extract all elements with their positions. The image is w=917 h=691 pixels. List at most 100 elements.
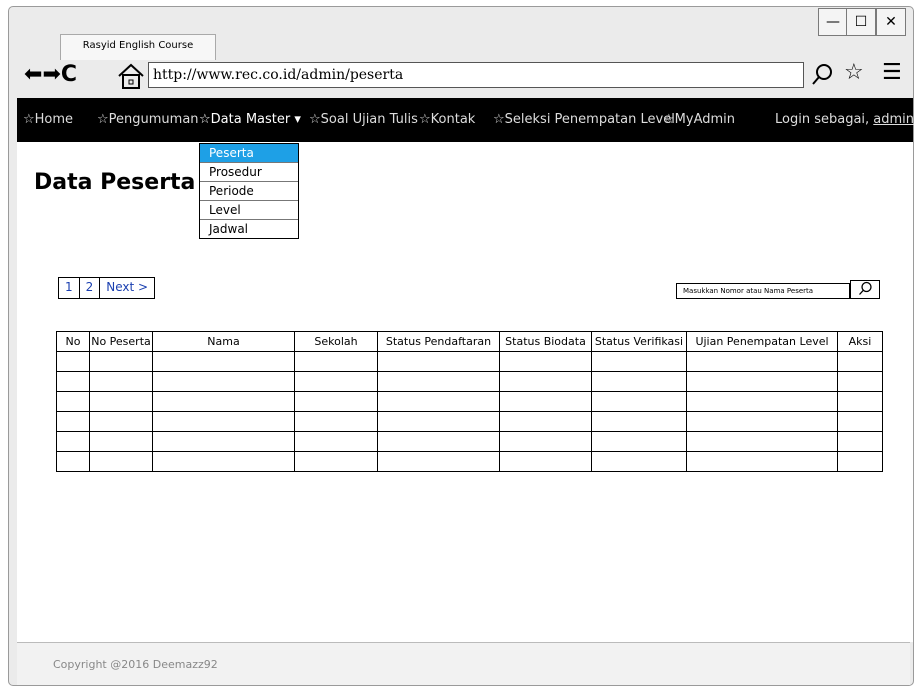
table-cell — [686, 351, 838, 372]
page-link-2[interactable]: 2 — [78, 278, 100, 298]
table-row — [56, 391, 883, 412]
table-row — [56, 451, 883, 472]
table-cell — [294, 431, 378, 452]
table-cell — [152, 451, 295, 472]
col-ujian-penempatan-level: Ujian Penempatan Level — [686, 331, 838, 352]
table-cell — [499, 371, 592, 392]
col-status-verifikasi: Status Verifikasi — [591, 331, 687, 352]
table-cell — [686, 411, 838, 432]
table-row — [56, 411, 883, 432]
maximize-icon[interactable]: ☐ — [846, 8, 876, 36]
footer: Copyright @2016 Deemazz92 — [17, 642, 910, 685]
menu-seleksi-penempatan-level[interactable]: ☆Seleksi Penempatan Level — [493, 112, 675, 127]
menu-soal-ujian-tulis[interactable]: ☆Soal Ujian Tulis — [309, 112, 418, 127]
login-prefix: Login sebagai, — [775, 112, 874, 127]
col-status-biodata: Status Biodata — [499, 331, 592, 352]
page-link-1[interactable]: 1 — [59, 278, 79, 298]
next-page-link[interactable]: Next > — [99, 278, 154, 298]
menu-data-master[interactable]: ☆Data Master ▾ — [199, 112, 301, 127]
search-input[interactable]: Masukkan Nomor atau Nama Peserta — [676, 283, 850, 299]
table-cell — [686, 431, 838, 452]
table-cell — [499, 391, 592, 412]
col-status-pendaftaran: Status Pendaftaran — [377, 331, 500, 352]
table-cell — [294, 351, 378, 372]
dropdown-item-jadwal[interactable]: Jadwal — [200, 219, 298, 238]
menu-data-master-label: ☆Data Master — [199, 112, 291, 127]
dropdown-item-peserta[interactable]: Peserta — [200, 144, 298, 162]
table-row — [56, 431, 883, 452]
table-cell — [591, 451, 687, 472]
menu-kontak[interactable]: ☆Kontak — [419, 112, 475, 127]
table-cell — [591, 391, 687, 412]
search-icon — [859, 281, 872, 295]
table-cell — [294, 371, 378, 392]
col-sekolah: Sekolah — [294, 331, 378, 352]
menu-myadmin[interactable]: ☆MyAdmin — [663, 112, 735, 127]
table-cell — [152, 371, 295, 392]
login-status: Login sebagai, admin — [775, 112, 914, 127]
table-cell — [56, 431, 90, 452]
reload-icon[interactable]: C — [61, 62, 77, 87]
table-cell — [89, 451, 153, 472]
table-cell — [89, 371, 153, 392]
bookmark-star-icon[interactable]: ☆ — [844, 60, 864, 85]
main-menu-bar: ☆Home ☆Pengumuman ☆Data Master ▾ ☆Soal U… — [17, 98, 914, 142]
table-cell — [499, 451, 592, 472]
menu-list-icon[interactable]: ☰ — [882, 60, 902, 85]
address-bar[interactable]: http://www.rec.co.id/admin/peserta — [148, 62, 804, 88]
table-cell — [837, 371, 883, 392]
table-cell — [377, 351, 500, 372]
col-aksi: Aksi — [837, 331, 883, 352]
table-cell — [591, 411, 687, 432]
table-cell — [591, 351, 687, 372]
forward-arrow-icon[interactable]: ➡ — [42, 62, 60, 87]
table-cell — [89, 411, 153, 432]
table-cell — [837, 451, 883, 472]
dropdown-arrow-icon: ▾ — [294, 112, 301, 127]
search-icon[interactable] — [810, 62, 834, 88]
table-cell — [294, 391, 378, 412]
login-user-link[interactable]: admin — [873, 112, 914, 127]
copyright-text: Copyright @2016 Deemazz92 — [53, 658, 218, 671]
table-cell — [686, 391, 838, 412]
table-cell — [377, 451, 500, 472]
search-button[interactable] — [850, 280, 880, 299]
table-cell — [152, 411, 295, 432]
table-cell — [152, 351, 295, 372]
table-body — [56, 351, 883, 472]
table-cell — [377, 371, 500, 392]
dropdown-item-level[interactable]: Level — [200, 200, 298, 219]
dropdown-item-prosedur[interactable]: Prosedur — [200, 162, 298, 181]
col-nama: Nama — [152, 331, 295, 352]
table-cell — [591, 371, 687, 392]
table-cell — [56, 451, 90, 472]
minimize-icon[interactable]: — — [818, 8, 848, 36]
table-cell — [377, 391, 500, 412]
table-row — [56, 371, 883, 392]
page-title: Data Peserta — [34, 170, 196, 195]
table-cell — [499, 431, 592, 452]
table-cell — [686, 451, 838, 472]
menu-home[interactable]: ☆Home — [23, 112, 73, 127]
close-icon[interactable]: ✕ — [876, 8, 906, 36]
back-arrow-icon[interactable]: ⬅ — [24, 62, 42, 87]
table-cell — [56, 391, 90, 412]
table-cell — [837, 411, 883, 432]
table-cell — [56, 351, 90, 372]
menu-pengumuman[interactable]: ☆Pengumuman — [97, 112, 199, 127]
table-cell — [89, 351, 153, 372]
table-cell — [89, 391, 153, 412]
table-cell — [294, 451, 378, 472]
dropdown-item-periode[interactable]: Periode — [200, 181, 298, 200]
table-cell — [152, 431, 295, 452]
table-row — [56, 351, 883, 372]
col-no: No — [56, 331, 90, 352]
table-cell — [837, 351, 883, 372]
data-master-dropdown: Peserta Prosedur Periode Level Jadwal — [199, 143, 299, 239]
table-cell — [377, 411, 500, 432]
col-no-peserta: No Peserta — [89, 331, 153, 352]
home-icon[interactable] — [116, 62, 146, 90]
table-header-row: No No Peserta Nama Sekolah Status Pendaf… — [56, 331, 883, 352]
table-cell — [152, 391, 295, 412]
browser-tab[interactable]: Rasyid English Course — [60, 34, 216, 60]
